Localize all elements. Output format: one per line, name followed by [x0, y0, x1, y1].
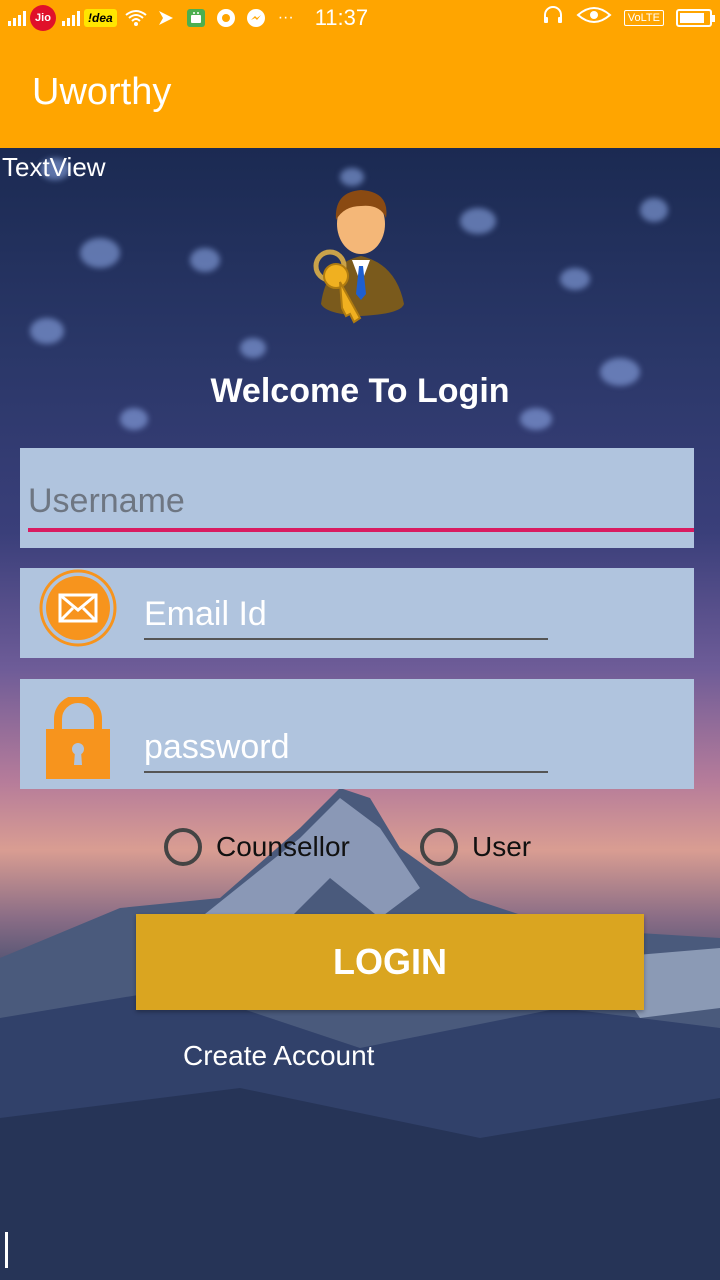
user-key-avatar-icon	[313, 190, 404, 324]
text-cursor	[5, 1232, 8, 1268]
battery-icon	[676, 9, 715, 27]
more-icon: ···	[277, 9, 294, 26]
volte-badge: VoLTE	[623, 10, 664, 26]
password-container	[20, 679, 694, 789]
app-title: Uworthy	[32, 70, 172, 113]
radio-user[interactable]: User	[420, 828, 531, 866]
login-button[interactable]: LOGIN	[136, 914, 644, 1010]
status-bar: Jio !dea ··· 11:37 VoLTE	[0, 0, 720, 36]
signal-icon	[8, 10, 26, 26]
carrier-idea: !dea	[84, 9, 117, 27]
create-account-link[interactable]: Create Account	[183, 1040, 374, 1072]
role-radio-group: Counsellor User	[0, 828, 720, 872]
radio-label: Counsellor	[216, 831, 350, 862]
headset-icon	[542, 5, 564, 31]
radio-counsellor[interactable]: Counsellor	[164, 828, 350, 866]
radio-button[interactable]	[420, 828, 458, 866]
username-container	[20, 448, 694, 548]
notification-icon	[155, 7, 177, 29]
username-input[interactable]	[28, 474, 694, 532]
welcome-heading: Welcome To Login	[210, 372, 510, 410]
clock: 11:37	[314, 5, 369, 30]
email-input[interactable]	[144, 590, 548, 640]
textview-label: TextView	[2, 152, 106, 182]
chrome-icon	[215, 7, 237, 29]
radio-button[interactable]	[164, 828, 202, 866]
eye-icon	[576, 5, 612, 31]
lock-icon	[46, 697, 110, 779]
android-icon	[185, 7, 207, 29]
password-input[interactable]	[144, 723, 548, 773]
radio-label: User	[472, 831, 532, 862]
messenger-icon	[245, 7, 267, 29]
email-container	[20, 568, 694, 658]
login-screen: TextView Welcome To Login Username Email…	[0, 148, 720, 1280]
wifi-icon	[125, 7, 147, 29]
signal-icon	[62, 10, 80, 26]
email-icon	[39, 569, 117, 647]
carrier-jio: Jio	[30, 5, 56, 31]
app-bar: Uworthy	[0, 36, 720, 148]
